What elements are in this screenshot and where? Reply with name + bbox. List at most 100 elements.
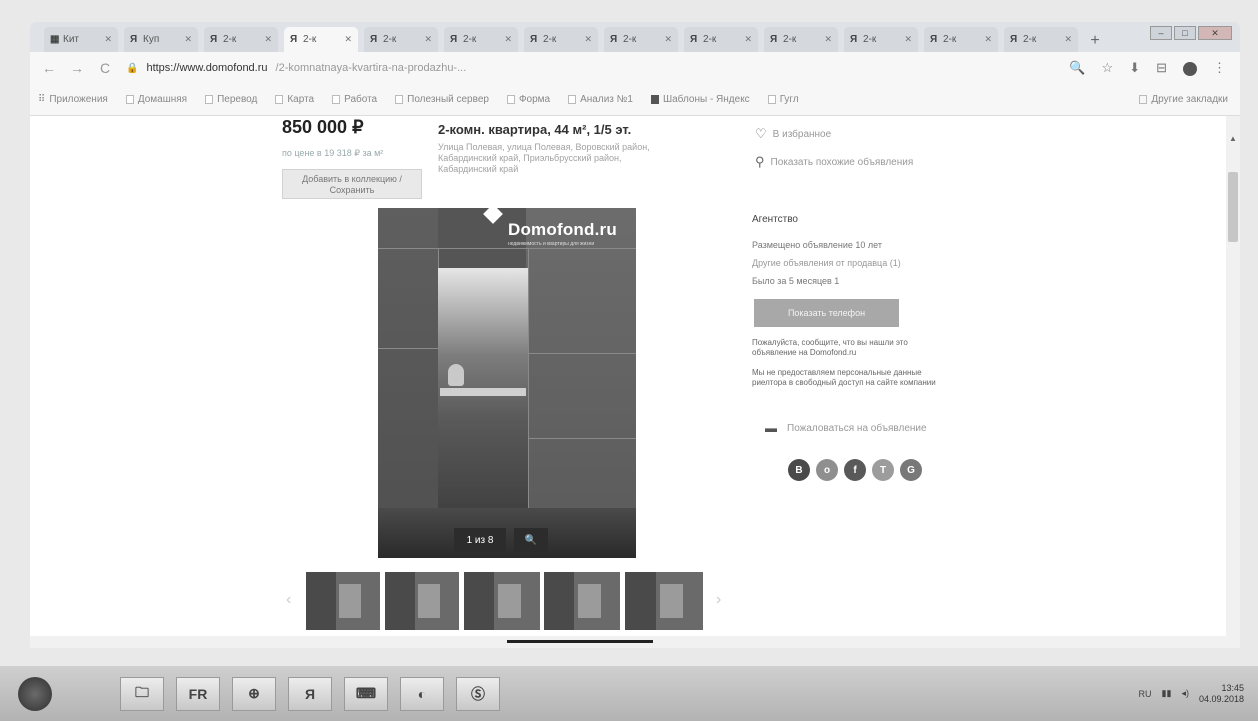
volume-icon[interactable]: ◂) — [1181, 688, 1189, 699]
bookmark-label: Полезный сервер — [407, 94, 489, 105]
bookmark-item[interactable]: Домашняя — [125, 94, 187, 105]
social-share-icon[interactable]: В — [788, 459, 810, 481]
browser-tab[interactable]: Я 2-к ✕ — [444, 27, 518, 52]
zoom-photo-icon[interactable]: 🔍 — [514, 528, 548, 552]
horizontal-scrollbar[interactable] — [30, 636, 1226, 648]
tab-close-icon[interactable]: ✕ — [584, 34, 592, 45]
browser-tab[interactable]: Я 2-к ✕ — [364, 27, 438, 52]
tab-title: 2-к — [223, 34, 237, 45]
forward-button[interactable]: → — [70, 60, 84, 76]
bookmark-label: Карта — [287, 94, 315, 105]
tab-close-icon[interactable]: ✕ — [1064, 34, 1072, 45]
thumbs-next-button[interactable]: › — [716, 591, 721, 609]
tile-line — [378, 248, 636, 249]
social-share-icon[interactable]: f — [844, 459, 866, 481]
browser-tab[interactable]: Я 2-к ✕ — [684, 27, 758, 52]
thumbnail-5[interactable] — [625, 572, 703, 630]
complain-link[interactable]: ▬ Пожаловаться на объявление — [765, 421, 927, 435]
tab-close-icon[interactable]: ✕ — [984, 34, 992, 45]
browser-tab[interactable]: Я 2-к ✕ — [604, 27, 678, 52]
close-window-button[interactable]: ✕ — [1198, 26, 1232, 40]
taskbar-app-icon[interactable]: ◐ — [400, 676, 444, 711]
tab-favicon-icon: Я — [530, 33, 538, 45]
bookmark-item[interactable]: Работа — [332, 94, 377, 105]
browser-tab[interactable]: Я 2-к ✕ — [844, 27, 918, 52]
network-icon[interactable]: ▮▮ — [1162, 688, 1172, 699]
tab-close-icon[interactable]: ✕ — [824, 34, 832, 45]
seller-other-listings-link[interactable]: Другие объявления от продавца (1) — [752, 258, 901, 268]
reload-button[interactable]: C — [98, 60, 112, 76]
photo-vase — [448, 364, 464, 386]
vertical-scrollbar[interactable]: ▲ — [1226, 116, 1240, 648]
bookmark-item[interactable]: Форма — [506, 94, 550, 105]
bookmark-star-icon[interactable]: ☆ — [1102, 60, 1114, 76]
browser-tab[interactable]: ▦ Кит ✕ — [44, 27, 118, 52]
bookmark-item[interactable]: Шаблоны - Яндекс — [650, 94, 750, 105]
bookmark-apps[interactable]: ⠿ Приложения — [38, 94, 108, 105]
social-share-icon[interactable]: о — [816, 459, 838, 481]
browser-tab[interactable]: Я 2-к ✕ — [204, 27, 278, 52]
cast-icon[interactable]: ⊟ — [1156, 60, 1167, 76]
browser-tab[interactable]: Я 2-к ✕ — [924, 27, 998, 52]
tab-close-icon[interactable]: ✕ — [184, 34, 192, 45]
browser-tab[interactable]: Я 2-к ✕ — [524, 27, 598, 52]
start-button[interactable] — [18, 676, 52, 711]
tab-close-icon[interactable]: ✕ — [344, 34, 352, 45]
similar-listings-link[interactable]: ⚲ Показать похожие объявления — [755, 154, 913, 170]
tab-close-icon[interactable]: ✕ — [904, 34, 912, 45]
taskbar-app-icon[interactable]: 🗀 — [120, 676, 164, 711]
tab-close-icon[interactable]: ✕ — [744, 34, 752, 45]
menu-icon[interactable]: ⋮ — [1213, 60, 1226, 76]
horizontal-scroll-thumb[interactable] — [507, 640, 653, 643]
tab-title: 2-к — [383, 34, 397, 45]
social-share-icon[interactable]: Т — [872, 459, 894, 481]
browser-tab[interactable]: Я 2-к ✕ — [764, 27, 838, 52]
bookmark-item[interactable]: Гугл — [767, 94, 799, 105]
bookmark-item[interactable]: Анализ №1 — [568, 94, 633, 105]
browser-tab[interactable]: Я Куп ✕ — [124, 27, 198, 52]
clock[interactable]: 13:45 04.09.2018 — [1199, 683, 1244, 705]
minimize-button[interactable]: – — [1150, 26, 1172, 40]
window-controls: – □ ✕ — [1150, 26, 1232, 40]
show-phone-button[interactable]: Показать телефон — [754, 299, 899, 327]
page-icon — [767, 95, 776, 104]
tab-close-icon[interactable]: ✕ — [424, 34, 432, 45]
bookmark-item[interactable]: Карта — [275, 94, 314, 105]
listing-photo[interactable]: Domofond.ru недвижимость и квартиры для … — [378, 208, 636, 558]
browser-tab[interactable]: Я 2-к ✕ — [1004, 27, 1078, 52]
tab-close-icon[interactable]: ✕ — [664, 34, 672, 45]
bookmark-other[interactable]: Другие закладки — [1139, 94, 1228, 105]
new-tab-button[interactable]: + — [1084, 30, 1106, 52]
bookmarks-bar: ⠿ Приложения Домашняя Перевод Карта Работа П… — [30, 84, 1240, 116]
taskbar-app-icon[interactable]: ⌨ — [344, 676, 388, 711]
tab-close-icon[interactable]: ✕ — [264, 34, 272, 45]
favorite-link[interactable]: ♡ В избранное — [755, 126, 831, 142]
seller-info-line: Было за 5 месяцев 1 — [752, 276, 840, 286]
browser-tab[interactable]: Я 2-к ✕ — [284, 27, 358, 52]
language-indicator[interactable]: RU — [1139, 689, 1152, 699]
scroll-thumb[interactable] — [1228, 172, 1238, 242]
thumbs-prev-button[interactable]: ‹ — [286, 591, 291, 609]
download-icon[interactable]: ⬇ — [1129, 60, 1140, 76]
back-button[interactable]: ← — [42, 60, 56, 76]
taskbar-app-icon[interactable] — [64, 677, 108, 711]
scroll-up-icon[interactable]: ▲ — [1229, 134, 1237, 143]
thumbnail-4[interactable] — [544, 572, 620, 630]
zoom-icon[interactable]: 🔍 — [1069, 60, 1085, 76]
tab-close-icon[interactable]: ✕ — [104, 34, 112, 45]
thumbnail-2[interactable] — [385, 572, 459, 630]
add-to-collection-button[interactable]: Добавить в коллекцию / Сохранить — [282, 169, 422, 199]
bookmark-item[interactable]: Перевод — [205, 94, 257, 105]
address-bar[interactable]: 🔒 https://www.domofond.ru /2-komnatnaya-… — [126, 57, 1055, 79]
thumbnail-1[interactable] — [306, 572, 380, 630]
bookmark-item[interactable]: Полезный сервер — [395, 94, 489, 105]
account-avatar[interactable] — [1183, 62, 1197, 76]
taskbar-app-icon[interactable]: FR — [176, 676, 220, 711]
taskbar-app-icon[interactable]: ⊕ — [232, 676, 276, 711]
maximize-button[interactable]: □ — [1174, 26, 1196, 40]
tab-close-icon[interactable]: ✕ — [504, 34, 512, 45]
social-share-icon[interactable]: G — [900, 459, 922, 481]
taskbar-app-icon[interactable]: Ⓢ — [456, 676, 500, 711]
thumbnail-3[interactable] — [464, 572, 540, 630]
taskbar-app-icon[interactable]: Я — [288, 676, 332, 711]
